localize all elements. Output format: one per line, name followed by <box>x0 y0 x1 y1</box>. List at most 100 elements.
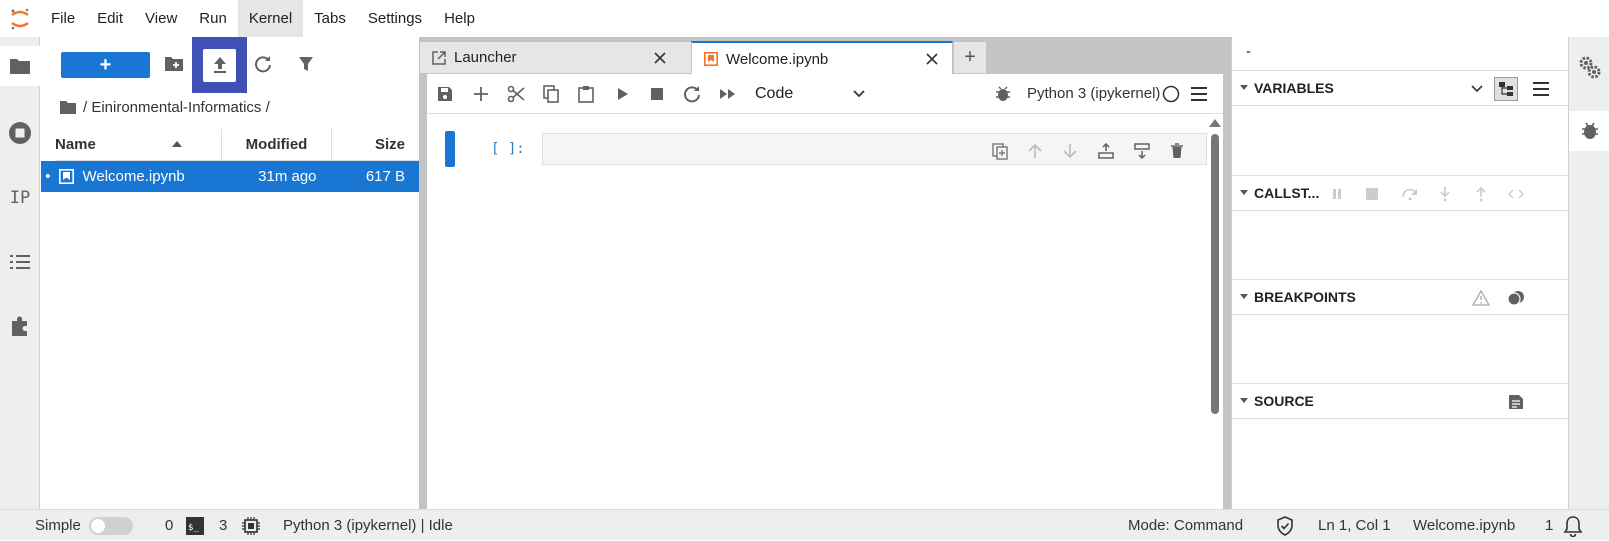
insert-above-button[interactable] <box>1095 140 1117 162</box>
extension-icon[interactable] <box>0 306 40 346</box>
column-name[interactable]: Name <box>55 129 222 161</box>
breakpoints-section-header[interactable]: BREAKPOINTS <box>1232 279 1569 315</box>
table-view-icon[interactable] <box>1529 77 1553 101</box>
cell-type-value: Code <box>755 85 794 102</box>
open-in-main-area-icon[interactable] <box>1504 390 1528 414</box>
close-icon[interactable] <box>926 53 938 65</box>
breadcrumb[interactable]: / Einironmental-Informatics / <box>59 95 270 119</box>
shield-check-icon[interactable] <box>1276 516 1294 536</box>
caret-down-icon <box>1240 398 1248 403</box>
insert-below-icon <box>1134 143 1150 159</box>
fast-forward-icon <box>720 89 735 99</box>
restart-kernel-button[interactable] <box>676 78 708 110</box>
sort-ascending-icon <box>172 141 182 147</box>
notification-count[interactable]: 1 <box>1545 510 1553 541</box>
menu-kernel[interactable]: Kernel <box>237 0 304 37</box>
kernel-status[interactable]: Python 3 (ipykernel) | Idle <box>283 510 453 541</box>
chevron-down-icon[interactable] <box>1465 77 1489 101</box>
kernel-name-button[interactable]: Python 3 (ipykernel) <box>1027 74 1160 114</box>
kernels-count[interactable]: 3 <box>219 510 227 541</box>
move-up-button[interactable] <box>1024 140 1046 162</box>
menu-run[interactable]: Run <box>188 0 238 37</box>
property-inspector-gears-icon[interactable] <box>1569 47 1609 87</box>
cell-collapser[interactable] <box>445 131 455 167</box>
terminate-icon[interactable] <box>1360 182 1384 206</box>
remove-breakpoints-icon[interactable] <box>1504 286 1528 310</box>
filter-icon <box>299 57 313 71</box>
tab-launcher-label: Launcher <box>454 49 517 66</box>
copy-button[interactable] <box>535 78 567 110</box>
filter-button[interactable] <box>288 46 324 82</box>
interrupt-button[interactable] <box>641 78 673 110</box>
code-cell[interactable]: [ ]: <box>445 131 1207 167</box>
tab-launcher[interactable]: Launcher <box>419 41 692 74</box>
step-in-icon[interactable] <box>1433 182 1457 206</box>
tab-welcome-notebook[interactable]: Welcome.ipynb <box>691 41 953 75</box>
menu-help[interactable]: Help <box>433 0 486 37</box>
callstack-section-header[interactable]: CALLST... <box>1232 175 1569 211</box>
delete-cell-button[interactable] <box>1166 140 1188 162</box>
scroll-thumb[interactable] <box>1211 134 1219 414</box>
upload-files-button[interactable] <box>192 37 247 93</box>
cell-editor[interactable] <box>542 133 1207 165</box>
evaluate-code-icon[interactable] <box>1504 182 1528 206</box>
terminals-count[interactable]: 0 <box>165 510 173 541</box>
cell-type-select[interactable]: Code <box>755 81 865 107</box>
notebook-menu-button[interactable] <box>1183 78 1215 110</box>
home-folder-icon[interactable] <box>59 100 77 115</box>
trash-icon <box>1171 143 1183 158</box>
add-tab-button[interactable]: + <box>953 41 987 74</box>
pause-icon[interactable] <box>1325 182 1349 206</box>
upload-icon <box>203 48 236 82</box>
menu-file[interactable]: File <box>40 0 86 37</box>
new-folder-button[interactable] <box>156 46 192 82</box>
insert-cell-button[interactable] <box>465 78 497 110</box>
variables-section-header[interactable]: VARIABLES <box>1232 70 1569 106</box>
terminal-icon[interactable]: $_ <box>186 517 204 535</box>
tree-view-icon[interactable] <box>1494 77 1518 101</box>
menu-settings[interactable]: Settings <box>357 0 433 37</box>
cut-button[interactable] <box>500 78 532 110</box>
file-browser: + / Einironmental-Informatics / Name Mod… <box>41 37 419 509</box>
file-size: 617 B <box>365 168 406 185</box>
source-section-header[interactable]: SOURCE <box>1232 383 1569 419</box>
debugger-session-label: - <box>1246 43 1251 60</box>
breadcrumb-path[interactable]: / Einironmental-Informatics / <box>83 99 270 116</box>
restart-run-all-button[interactable] <box>712 78 744 110</box>
file-name[interactable]: Welcome.ipynb <box>82 168 230 185</box>
caret-down-icon <box>1240 294 1248 299</box>
debugger-bug-icon[interactable] <box>1569 111 1609 151</box>
running-icon[interactable] <box>0 113 40 153</box>
duplicate-cell-button[interactable] <box>989 140 1011 162</box>
debugger-toggle-button[interactable] <box>987 78 1019 110</box>
folder-icon[interactable] <box>0 46 40 86</box>
cursor-position[interactable]: Ln 1, Col 1 <box>1318 510 1391 541</box>
paste-icon <box>578 86 594 103</box>
move-down-button[interactable] <box>1059 140 1081 162</box>
menu-edit[interactable]: Edit <box>86 0 134 37</box>
close-icon[interactable] <box>654 51 666 64</box>
pause-on-exceptions-icon[interactable] <box>1469 286 1493 310</box>
save-button[interactable] <box>429 78 461 110</box>
step-out-icon[interactable] <box>1469 182 1493 206</box>
paste-button[interactable] <box>570 78 602 110</box>
insert-below-button[interactable] <box>1131 140 1153 162</box>
save-icon <box>438 87 452 101</box>
refresh-button[interactable] <box>245 46 281 82</box>
menu-tabs[interactable]: Tabs <box>303 0 357 37</box>
bell-icon[interactable] <box>1563 515 1583 537</box>
kernel-chip-icon[interactable] <box>242 517 260 535</box>
toc-icon[interactable] <box>0 242 40 282</box>
file-row[interactable]: • Welcome.ipynb 31m ago 617 B <box>41 161 419 192</box>
run-button[interactable] <box>607 78 639 110</box>
column-modified[interactable]: Modified <box>222 129 332 161</box>
simple-mode-toggle[interactable] <box>89 517 133 535</box>
menu-view[interactable]: View <box>134 0 188 37</box>
property-inspector-label: IP <box>9 188 31 208</box>
step-over-icon[interactable] <box>1398 182 1422 206</box>
arrow-up-icon <box>1028 143 1042 158</box>
new-launcher-button[interactable]: + <box>61 52 150 78</box>
column-size[interactable]: Size <box>332 129 419 161</box>
notebook-scrollbar[interactable] <box>1207 114 1223 541</box>
property-inspector-icon[interactable]: IP <box>0 178 40 218</box>
